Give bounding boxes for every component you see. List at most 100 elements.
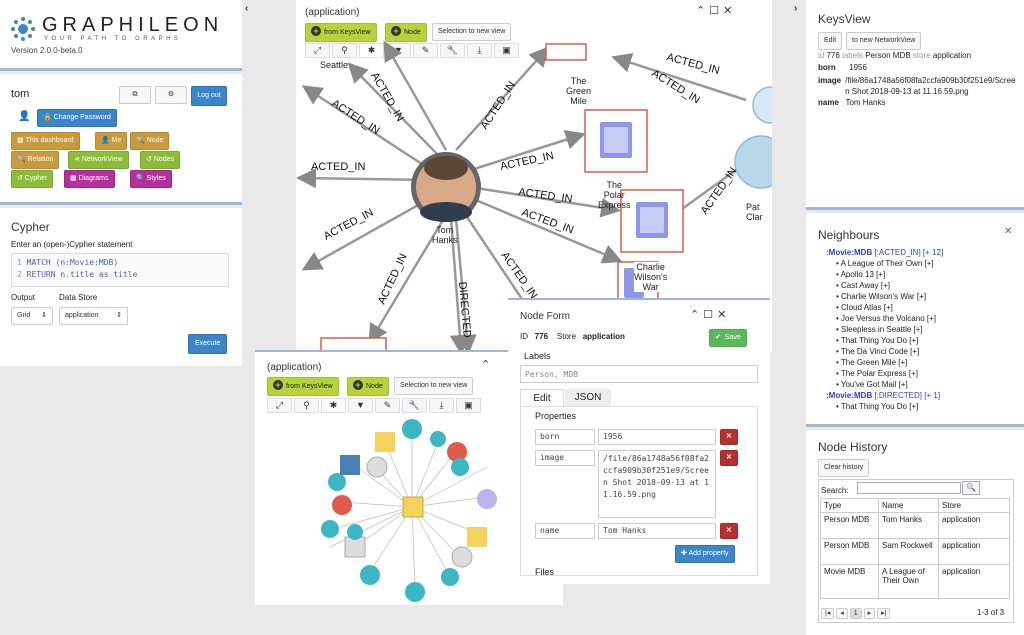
- id-key: id: [818, 51, 825, 60]
- neighbour-item[interactable]: • The Green Mile [+]: [826, 357, 1021, 368]
- column-header[interactable]: Name: [878, 498, 939, 513]
- right-collapse-icon[interactable]: ›: [794, 3, 797, 14]
- store-value: application: [932, 51, 972, 60]
- download-icon[interactable]: ⤓: [467, 43, 492, 58]
- neighbour-item[interactable]: • Charlie Wilson's War [+]: [826, 291, 1021, 302]
- fit-icon[interactable]: ⤢: [305, 43, 330, 58]
- column-header[interactable]: Type: [820, 498, 879, 513]
- wrench-icon[interactable]: 🔧: [402, 398, 427, 413]
- store-select[interactable]: application ⇕: [59, 307, 128, 325]
- nodes-button[interactable]: ↺ Nodes: [140, 151, 181, 169]
- search-input[interactable]: [857, 482, 961, 494]
- pin-icon[interactable]: ⚲: [294, 398, 319, 413]
- remove-property-button[interactable]: ✕: [720, 429, 738, 445]
- selection-to-new-view-button[interactable]: Selection to new view: [432, 23, 512, 41]
- cypher-editor[interactable]: 1 MATCH (n:Movie:MDB) 2 RETURN n.title a…: [11, 253, 229, 287]
- label-line: Hanks: [432, 235, 458, 245]
- neighbour-item[interactable]: • That Thing You Do [+]: [826, 401, 1021, 412]
- change-password-button[interactable]: 🔒 Change Password: [37, 109, 117, 127]
- brand-name: GRAPHILEON: [42, 14, 224, 36]
- asterisk-icon[interactable]: ✱: [359, 43, 384, 58]
- relation-search-button[interactable]: 🔍 Relation: [11, 151, 60, 169]
- selection-to-new-view-button[interactable]: Selection to new view: [394, 377, 474, 395]
- first-page-icon[interactable]: |◂: [821, 608, 835, 619]
- neighbour-item[interactable]: • The Polar Express [+]: [826, 368, 1021, 379]
- window-controls[interactable]: ⌃☐✕: [696, 4, 736, 17]
- asterisk-icon[interactable]: ✱: [321, 398, 346, 413]
- remove-property-button[interactable]: ✕: [720, 450, 738, 466]
- property-key[interactable]: name: [535, 523, 595, 539]
- neighbour-item[interactable]: • Cloud Atlas [+]: [826, 302, 1021, 313]
- brush-icon[interactable]: ✎: [413, 43, 438, 58]
- neighbour-item[interactable]: • Cast Away [+]: [826, 280, 1021, 291]
- node-search-button[interactable]: 🔍 Node: [130, 132, 170, 150]
- table-row[interactable]: Movie MDB A League of Their Own applicat…: [820, 564, 1010, 599]
- save-button[interactable]: ✔ Save: [709, 329, 747, 347]
- window-controls[interactable]: ⌃: [481, 358, 494, 371]
- property-value[interactable]: /file/86a1748a56f08fa2ccfa909b30f251e9/S…: [598, 450, 716, 518]
- settings-button[interactable]: ⚙: [155, 86, 187, 104]
- pin-icon[interactable]: ⚲: [332, 43, 357, 58]
- property-key[interactable]: image: [535, 450, 595, 466]
- diagrams-button[interactable]: ▦ Diagrams: [64, 170, 115, 188]
- cypher-label: Cypher: [24, 175, 48, 182]
- property-value[interactable]: 1956: [598, 429, 716, 445]
- this-dashboard-button[interactable]: ▦ This dashboard: [11, 132, 80, 150]
- fit-icon[interactable]: ⤢: [267, 398, 292, 413]
- neighbour-item[interactable]: • You've Got Mail [+]: [826, 379, 1021, 390]
- neighbour-item[interactable]: • Sleepless in Seattle [+]: [826, 324, 1021, 335]
- save-icon[interactable]: ▣: [494, 43, 519, 58]
- from-keysview-button[interactable]: + from KeysView: [267, 377, 339, 396]
- styles-button[interactable]: 🔍 Styles: [130, 170, 172, 188]
- last-page-icon[interactable]: ▸|: [877, 608, 891, 619]
- neighbour-item[interactable]: • The Da Vinci Code [+]: [826, 346, 1021, 357]
- cypher-button[interactable]: ↺ Cypher: [11, 170, 54, 188]
- neighbour-item[interactable]: • That Thing You Do [+]: [826, 335, 1021, 346]
- brush-icon[interactable]: ✎: [375, 398, 400, 413]
- page-number[interactable]: 1: [849, 608, 862, 619]
- cell: A League of Their Own: [878, 564, 939, 599]
- logout-button[interactable]: Log out: [191, 86, 227, 106]
- close-icon[interactable]: ✕: [1004, 226, 1012, 237]
- external-link-button[interactable]: ⧉: [119, 86, 151, 104]
- neighbour-item[interactable]: • Joe Versus the Volcano [+]: [826, 313, 1021, 324]
- edge-label: DIRECTED: [456, 281, 473, 338]
- window-controls[interactable]: ⌃☐✕: [690, 308, 730, 321]
- prev-page-icon[interactable]: ◂: [836, 608, 848, 619]
- neighbour-group-head[interactable]: :Movie:MDB [:DIRECTED] [+ 1]: [826, 390, 1021, 401]
- filter-icon[interactable]: ▼: [386, 43, 411, 58]
- table-row[interactable]: Person MDB Sam Rockwell application: [820, 538, 1010, 565]
- table-row[interactable]: Person MDB Tom Hanks application: [820, 512, 1010, 539]
- node-button[interactable]: + Node: [347, 377, 389, 396]
- clear-history-button[interactable]: Clear history: [818, 459, 870, 477]
- node-button[interactable]: + Node: [385, 23, 427, 42]
- me-button[interactable]: 👤 Me: [95, 132, 128, 150]
- download-icon[interactable]: ⤓: [429, 398, 454, 413]
- from-keysview-button[interactable]: + from KeysView: [305, 23, 377, 42]
- left-collapse-icon[interactable]: ‹: [245, 3, 248, 14]
- to-new-networkview-button[interactable]: to new NetworkView: [846, 32, 922, 50]
- remove-property-button[interactable]: ✕: [720, 523, 738, 539]
- edit-button[interactable]: Edit: [818, 32, 843, 50]
- neighbour-item[interactable]: • A League of Their Own [+]: [826, 258, 1021, 269]
- column-header[interactable]: Store: [938, 498, 1010, 513]
- filter-icon[interactable]: ▼: [348, 398, 373, 413]
- wrench-icon[interactable]: 🔧: [440, 43, 465, 58]
- save-icon[interactable]: ▣: [456, 398, 481, 413]
- property-value[interactable]: Tom Hanks: [598, 523, 716, 539]
- tab-edit[interactable]: Edit: [520, 389, 564, 407]
- search-icon[interactable]: 🔍: [962, 481, 980, 495]
- next-page-icon[interactable]: ▸: [863, 608, 876, 619]
- property-key[interactable]: born: [535, 429, 595, 445]
- neighbour-group-head[interactable]: :Movie:MDB [:ACTED_IN] [+ 12]: [826, 247, 1021, 258]
- add-property-button[interactable]: ✚ Add property: [675, 545, 735, 563]
- keysview-row: born 1956: [818, 63, 1018, 72]
- neighbour-item[interactable]: • Apollo 13 [+]: [826, 269, 1021, 280]
- store-value: application: [582, 332, 625, 341]
- networkview-button[interactable]: ⋖ NetworkView: [68, 151, 129, 169]
- output-select[interactable]: Grid ⇕: [11, 307, 53, 325]
- labels-input[interactable]: Person, MDB: [520, 365, 758, 383]
- tab-json[interactable]: JSON: [565, 389, 611, 407]
- edge-label: ACTED_IN: [649, 67, 702, 106]
- execute-button[interactable]: Execute: [188, 334, 228, 354]
